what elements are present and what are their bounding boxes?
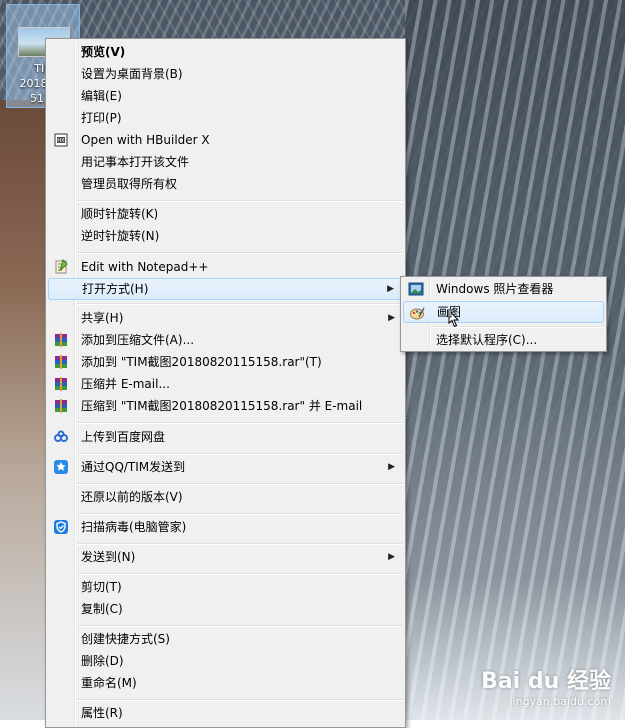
menu-item-label: 剪切(T) (81, 580, 122, 594)
menu-item-add-to-archive[interactable]: 添加到压缩文件(A)... (48, 329, 403, 351)
menu-item-label: Edit with Notepad++ (81, 260, 209, 274)
menu-item-label: 逆时针旋转(N) (81, 229, 160, 243)
menu-item-edit[interactable]: 编辑(E) (48, 85, 403, 107)
menu-separator (77, 513, 403, 515)
menu-separator (77, 543, 403, 545)
paint-icon (410, 307, 425, 320)
qq-tim-icon (54, 460, 68, 474)
menu-item-label: 上传到百度网盘 (81, 430, 166, 444)
menu-item-label: 创建快捷方式(S) (81, 632, 170, 646)
svg-text:HX: HX (57, 138, 65, 144)
menu-item-label: 设置为桌面背景(B) (81, 67, 183, 81)
winrar-icon (55, 377, 67, 391)
menu-item-open-hbuilder[interactable]: HX Open with HBuilder X (48, 129, 403, 151)
watermark-logo: Bai du 经验 (481, 669, 611, 694)
menu-item-label: 删除(D) (81, 654, 124, 668)
menu-item-open-with[interactable]: 打开方式(H) ▶ (48, 278, 403, 300)
menu-separator (77, 252, 403, 254)
winrar-icon (55, 399, 67, 413)
menu-item-label: 压缩并 E-mail... (81, 377, 170, 391)
menu-item-label: 压缩到 "TIM截图20180820115158.rar" 并 E-mail (81, 399, 363, 413)
menu-item-send-via-qq[interactable]: 通过QQ/TIM发送到 ▶ (48, 456, 403, 478)
menu-item-rotate-ccw[interactable]: 逆时针旋转(N) (48, 225, 403, 247)
menu-item-rename[interactable]: 重命名(M) (48, 672, 403, 694)
pc-manager-shield-icon (54, 520, 68, 534)
photo-viewer-icon (408, 282, 424, 296)
menu-item-baidu-upload[interactable]: 上传到百度网盘 (48, 426, 403, 448)
menu-separator (77, 625, 403, 627)
menu-item-label: 共享(H) (81, 311, 124, 325)
menu-separator (77, 303, 403, 305)
winrar-icon (55, 355, 67, 369)
submenu-item-choose-default[interactable]: 选择默认程序(C)... (403, 329, 604, 351)
watermark-url: jingyan.baidu.com (509, 695, 611, 708)
menu-item-cut[interactable]: 剪切(T) (48, 576, 403, 598)
menu-item-label: 属性(R) (81, 706, 123, 720)
menu-item-copy[interactable]: 复制(C) (48, 598, 403, 620)
menu-item-send-to[interactable]: 发送到(N) ▶ (48, 546, 403, 568)
menu-item-share[interactable]: 共享(H) ▶ (48, 307, 403, 329)
menu-item-label: 顺时针旋转(K) (81, 207, 159, 221)
mouse-cursor-icon (448, 309, 460, 328)
menu-item-label: 扫描病毒(电脑管家) (81, 520, 187, 534)
menu-item-label: 重命名(M) (81, 676, 137, 690)
menu-item-restore-previous[interactable]: 还原以前的版本(V) (48, 486, 403, 508)
menu-item-label: 发送到(N) (81, 550, 136, 564)
menu-separator (77, 200, 403, 202)
menu-item-label: 复制(C) (81, 602, 123, 616)
menu-item-delete[interactable]: 删除(D) (48, 650, 403, 672)
menu-item-print[interactable]: 打印(P) (48, 107, 403, 129)
open-with-submenu: Windows 照片查看器 画图 选择默认程序(C)... (400, 276, 607, 352)
menu-item-open-notepad[interactable]: 用记事本打开该文件 (48, 151, 403, 173)
menu-item-label: 管理员取得所有权 (81, 177, 178, 191)
menu-item-label: 添加到压缩文件(A)... (81, 333, 195, 347)
menu-item-label: 用记事本打开该文件 (81, 155, 190, 169)
notepad-plus-plus-icon (55, 259, 68, 274)
menu-separator (77, 699, 403, 701)
menu-item-label: Windows 照片查看器 (436, 282, 554, 296)
submenu-arrow-icon: ▶ (388, 313, 395, 323)
wallpaper-rock-left (0, 100, 50, 720)
menu-item-label: 预览(V) (81, 45, 126, 59)
menu-item-create-shortcut[interactable]: 创建快捷方式(S) (48, 628, 403, 650)
submenu-item-paint[interactable]: 画图 (403, 301, 604, 323)
menu-item-compress-email[interactable]: 压缩并 E-mail... (48, 373, 403, 395)
submenu-arrow-icon: ▶ (388, 462, 395, 472)
menu-item-label: Open with HBuilder X (81, 133, 210, 147)
menu-separator (77, 422, 403, 424)
menu-separator (77, 573, 403, 575)
menu-item-take-ownership[interactable]: 管理员取得所有权 (48, 173, 403, 195)
context-menu: 预览(V) 设置为桌面背景(B) 编辑(E) 打印(P) HX Open wit… (45, 38, 406, 728)
baidu-netdisk-icon (54, 430, 68, 442)
baidu-jingyan-watermark: Bai du 经验 jingyan.baidu.com (481, 663, 611, 708)
menu-item-properties[interactable]: 属性(R) (48, 702, 403, 724)
winrar-icon (55, 333, 67, 347)
menu-item-preview[interactable]: 预览(V) (48, 41, 403, 63)
menu-item-notepad-plus-plus[interactable]: Edit with Notepad++ (48, 256, 403, 278)
submenu-arrow-icon: ▶ (388, 552, 395, 562)
menu-item-label: 打开方式(H) (82, 282, 149, 296)
wallpaper-mountain-right (405, 0, 625, 720)
menu-item-label: 编辑(E) (81, 89, 122, 103)
menu-item-add-to-rar[interactable]: 添加到 "TIM截图20180820115158.rar"(T) (48, 351, 403, 373)
hbuilder-icon: HX (54, 133, 68, 147)
menu-item-label: 打印(P) (81, 111, 122, 125)
menu-item-rotate-cw[interactable]: 顺时针旋转(K) (48, 203, 403, 225)
submenu-item-photo-viewer[interactable]: Windows 照片查看器 (403, 278, 604, 300)
menu-item-set-wallpaper[interactable]: 设置为桌面背景(B) (48, 63, 403, 85)
menu-item-label: 选择默认程序(C)... (436, 333, 538, 347)
menu-separator (77, 453, 403, 455)
menu-item-label: 添加到 "TIM截图20180820115158.rar"(T) (81, 355, 322, 369)
menu-item-label: 通过QQ/TIM发送到 (81, 460, 186, 474)
submenu-arrow-icon: ▶ (387, 284, 394, 294)
menu-separator (77, 483, 403, 485)
menu-item-compress-rar-email[interactable]: 压缩到 "TIM截图20180820115158.rar" 并 E-mail (48, 395, 403, 417)
menu-item-label: 还原以前的版本(V) (81, 490, 183, 504)
menu-item-scan-virus[interactable]: 扫描病毒(电脑管家) (48, 516, 403, 538)
